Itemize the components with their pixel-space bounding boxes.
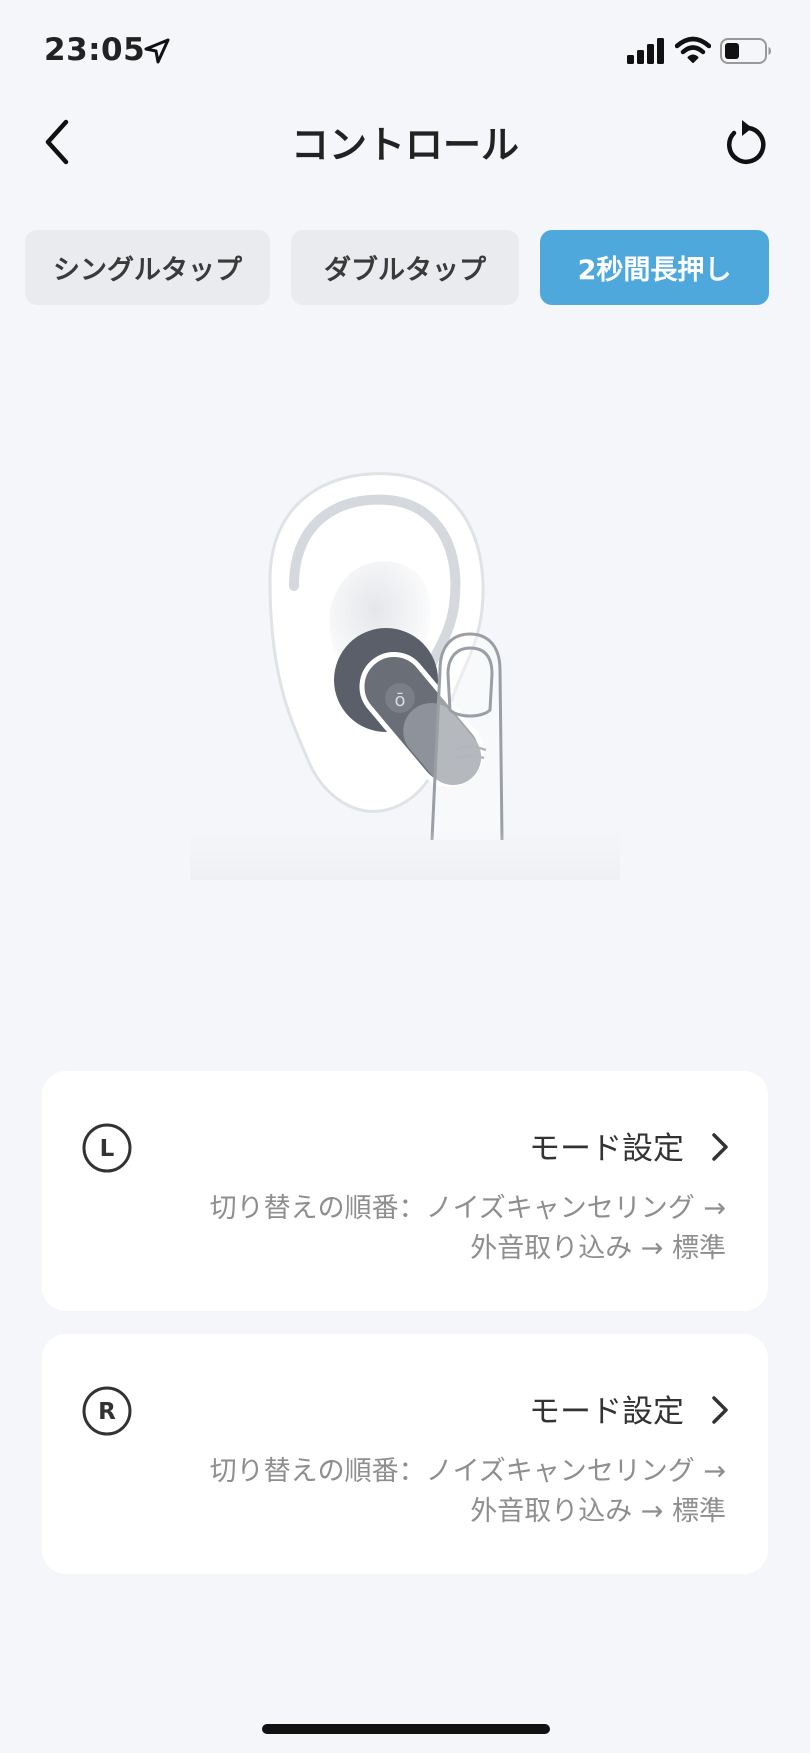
right-badge-icon: R [82, 1386, 132, 1436]
chevron-right-icon[interactable] [710, 1131, 730, 1163]
reset-icon[interactable] [718, 116, 768, 170]
order-line-2: 外音取り込み → 標準 [470, 1233, 726, 1264]
tab-double-tap[interactable]: ダブルタップ [291, 230, 519, 305]
svg-text:ō: ō [394, 690, 405, 711]
status-bar: 23:05 [0, 0, 810, 100]
svg-text:R: R [98, 1399, 116, 1425]
order-line-2: 外音取り込み → 標準 [470, 1496, 726, 1527]
cellular-signal-icon [627, 38, 664, 64]
battery-icon [720, 38, 771, 64]
left-earbud-card[interactable]: L モード設定 切り替えの順番：ノイズキャンセリング → 外音取り込み → 標準 [42, 1071, 768, 1311]
control-screen: 23:05 コントロール シングルタップ ダブルタップ 2秒間長押し ō L モ… [0, 0, 810, 1753]
chevron-right-icon[interactable] [710, 1394, 730, 1426]
status-time: 23:05 [44, 32, 146, 68]
svg-text:L: L [100, 1136, 115, 1162]
order-line-1: 切り替えの順番：ノイズキャンセリング → [209, 1456, 726, 1487]
switch-order-text: 切り替えの順番：ノイズキャンセリング → 外音取り込み → 標準 [126, 1189, 726, 1269]
order-line-1: 切り替えの順番：ノイズキャンセリング → [209, 1193, 726, 1224]
tab-single-tap[interactable]: シングルタップ [25, 230, 270, 305]
location-arrow-icon [144, 38, 170, 64]
left-badge-icon: L [82, 1123, 132, 1173]
tab-long-press[interactable]: 2秒間長押し [540, 230, 769, 305]
wifi-icon [675, 36, 711, 63]
earbud-illustration: ō [190, 472, 620, 880]
home-indicator[interactable] [262, 1724, 550, 1734]
page-title: コントロール [290, 123, 519, 167]
switch-order-text: 切り替えの順番：ノイズキャンセリング → 外音取り込み → 標準 [126, 1452, 726, 1532]
mode-setting-label[interactable]: モード設定 [529, 1386, 684, 1431]
mode-setting-label[interactable]: モード設定 [529, 1123, 684, 1168]
right-earbud-card[interactable]: R モード設定 切り替えの順番：ノイズキャンセリング → 外音取り込み → 標準 [42, 1334, 768, 1574]
